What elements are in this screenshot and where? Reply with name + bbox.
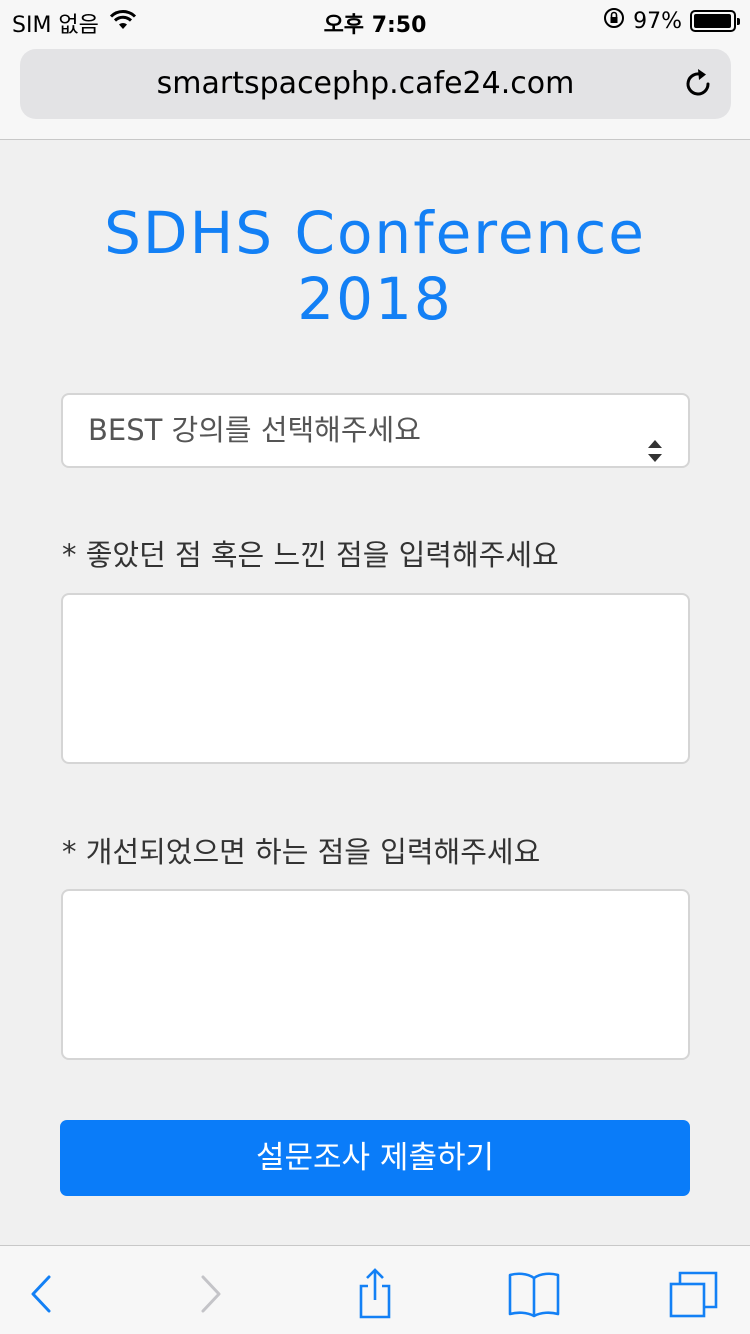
page-title: SDHS Conference 2018: [0, 200, 750, 332]
page-title-line1: SDHS Conference: [104, 199, 646, 267]
good-points-label: * 좋았던 점 혹은 느낀 점을 입력해주세요: [62, 538, 559, 572]
select-value: BEST 강의를 선택해주세요: [88, 413, 421, 447]
forward-icon[interactable]: [182, 1268, 238, 1320]
orientation-lock-icon: [603, 7, 625, 35]
submit-survey-button[interactable]: 설문조사 제출하기: [60, 1120, 690, 1196]
back-icon[interactable]: [14, 1268, 70, 1320]
battery-percent: 97%: [633, 8, 682, 34]
battery-icon: [690, 10, 740, 32]
status-right: 97%: [603, 7, 740, 35]
improvement-label: * 개선되었으면 하는 점을 입력해주세요: [62, 835, 541, 869]
status-bar: SIM 없음 오후 7:50 97%: [0, 0, 750, 40]
page-title-line2: 2018: [297, 265, 453, 333]
browser-toolbar: [0, 1245, 750, 1334]
browser-top-bar: smartspacephp.cafe24.com: [0, 40, 750, 140]
select-arrows-icon: [646, 419, 664, 462]
best-lecture-select[interactable]: BEST 강의를 선택해주세요: [61, 393, 690, 468]
address-bar[interactable]: smartspacephp.cafe24.com: [20, 49, 731, 119]
good-points-textarea[interactable]: [61, 593, 690, 764]
reload-icon[interactable]: [681, 67, 715, 101]
bookmarks-icon[interactable]: [506, 1268, 562, 1320]
battery-fill: [694, 14, 731, 28]
improvement-textarea[interactable]: [61, 889, 690, 1060]
tabs-icon[interactable]: [666, 1268, 722, 1320]
share-icon[interactable]: [347, 1268, 403, 1320]
url-text[interactable]: smartspacephp.cafe24.com: [20, 49, 671, 119]
